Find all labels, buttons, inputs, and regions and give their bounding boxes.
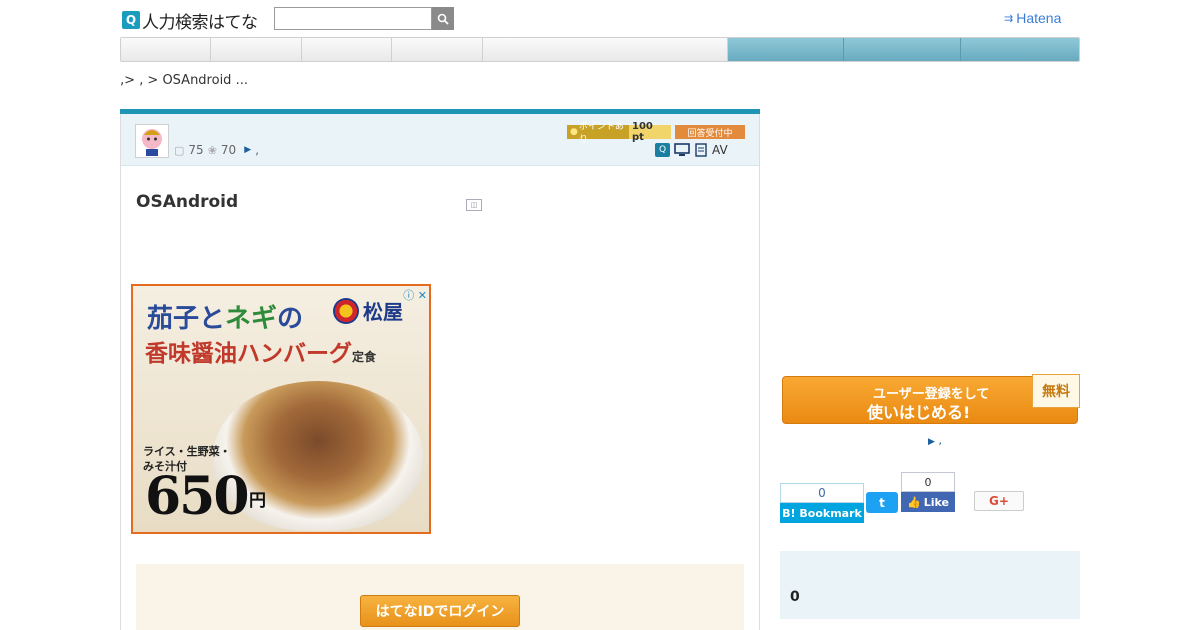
arrow-right-icon: ▶ [928, 437, 935, 447]
arrow-right-icon: ▶ [244, 145, 252, 155]
hatena-brand-link[interactable]: ⇉ Hatena [1004, 10, 1061, 26]
breadcrumb[interactable]: ‚> ‚ > OSAndroid ... [120, 73, 248, 88]
ad-brand: 松屋 [333, 296, 403, 325]
search-input[interactable] [274, 7, 432, 30]
computer-icon [674, 143, 690, 156]
advertisement[interactable]: 茄子とネギの 松屋 香味醤油ハンバーグ定食 ライス・生野菜・ みそ汁付 650 … [131, 284, 431, 534]
ad-price: 650 [145, 466, 250, 527]
nav-tab[interactable] [301, 38, 393, 61]
nav-tab[interactable] [210, 38, 302, 61]
global-nav [120, 37, 1080, 62]
ad-headline-1: 茄子とネギの [147, 304, 304, 334]
hatena-bookmark-button[interactable]: 0 B! Bookmark [780, 483, 864, 523]
star-count: 70 [220, 143, 237, 157]
avatar[interactable] [135, 124, 169, 158]
coin-icon: ● [570, 127, 578, 137]
question-logo-icon: Q [122, 11, 140, 29]
answer-count-icon: ▢ [174, 143, 185, 157]
answer-count: 75 [188, 143, 204, 157]
nav-tab[interactable] [392, 38, 484, 61]
question-badges: ● ポイントあり 100 pt 回答受付中 [567, 121, 745, 145]
nav-tab[interactable] [844, 38, 962, 61]
search-icon [437, 13, 449, 25]
user-avatar-icon [142, 129, 162, 156]
category-label[interactable]: AV [712, 143, 728, 157]
ad-headline-2: 香味醤油ハンバーグ定食 [145, 340, 377, 367]
question-categories: Q AV [655, 143, 728, 157]
adchoices-icon[interactable]: ⓘ ✕ [403, 287, 427, 303]
google-plus-icon: G+ [989, 494, 1009, 508]
brand-logo-icon [333, 297, 359, 324]
question-title: OSAndroid [136, 192, 239, 212]
free-badge: 無料 [1032, 374, 1080, 408]
sidebar-info-count: 0 [790, 589, 800, 605]
like-label: 👍 Like [901, 492, 955, 512]
twitter-share-button[interactable]: t [866, 492, 898, 513]
like-count: 0 [901, 472, 955, 492]
ad-yen: 円 [249, 491, 266, 511]
question-category-icon: Q [655, 143, 670, 157]
sidebar-info-box [780, 551, 1080, 619]
image-placeholder-icon[interactable]: ◫ [466, 199, 482, 211]
register-link[interactable]: ▶ ‚ [928, 434, 942, 447]
question-stats: ▢ 75 ❀ 70 ▶ ‚ [174, 143, 259, 157]
status-badge: 回答受付中 [675, 125, 745, 139]
phone-icon [695, 143, 707, 157]
search-button[interactable] [432, 7, 454, 30]
search-box [274, 7, 454, 30]
logo-text: 人力検索はてな [142, 12, 258, 33]
bookmark-count: 0 [780, 483, 864, 503]
more-link[interactable]: ‚ [255, 143, 259, 157]
points-value: 100 pt [629, 121, 671, 143]
star-count-icon: ❀ [207, 143, 217, 157]
site-logo[interactable]: Q 人力検索はてな [122, 9, 258, 33]
nav-tab[interactable] [121, 38, 211, 61]
login-button[interactable]: はてなIDでログイン [360, 595, 520, 627]
point-badge: ● ポイントあり [567, 122, 629, 145]
nav-tab[interactable] [483, 38, 728, 61]
hatena-mark-icon: ⇉ [1004, 12, 1014, 25]
hatena-brand-text: Hatena [1016, 10, 1062, 26]
nav-tab[interactable] [961, 38, 1079, 61]
register-line-2: 使いはじめる! [867, 403, 971, 422]
facebook-like-button[interactable]: 0 👍 Like [901, 472, 955, 512]
thumbs-up-icon: 👍 [907, 495, 921, 509]
nav-tab[interactable] [727, 38, 845, 61]
google-plus-button[interactable]: G+ [974, 491, 1024, 511]
bookmark-label: B! Bookmark [780, 503, 864, 523]
twitter-icon: t [879, 495, 885, 510]
